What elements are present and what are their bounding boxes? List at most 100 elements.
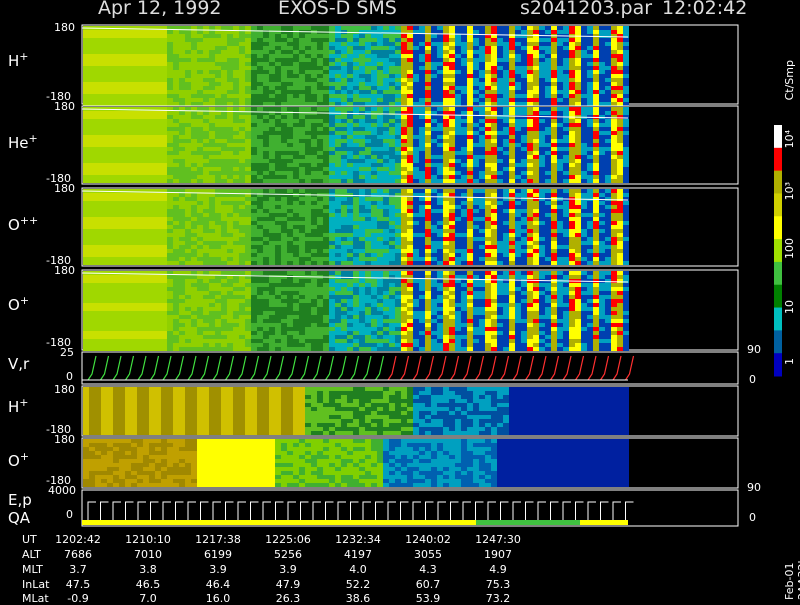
- heatmap-cell: [359, 159, 365, 163]
- heatmap-cell: [575, 30, 581, 34]
- heatmap-cell: [389, 42, 395, 46]
- heatmap-cell: [101, 143, 107, 147]
- heatmap-cell: [155, 197, 161, 201]
- heatmap-cell: [215, 151, 221, 155]
- heatmap-cell: [137, 50, 143, 54]
- heatmap-cell: [479, 98, 485, 102]
- heatmap-cell: [89, 249, 95, 253]
- heatmap-cell: [521, 233, 527, 237]
- heatmap-cell: [143, 167, 149, 171]
- heatmap-cell: [305, 50, 311, 54]
- heatmap-cell: [389, 233, 395, 237]
- heatmap-cell: [413, 245, 419, 249]
- heatmap-cell: [215, 82, 221, 86]
- heatmap-cell: [365, 131, 371, 135]
- heatmap-cell: [143, 58, 149, 62]
- heatmap-cell: [143, 147, 149, 151]
- heatmap-cell: [137, 94, 143, 98]
- heatmap-cell: [419, 70, 425, 74]
- heatmap-cell: [383, 74, 389, 78]
- heatmap-cell: [335, 147, 341, 151]
- heatmap-cell: [317, 233, 323, 237]
- heatmap-cell: [179, 42, 185, 46]
- heatmap-cell: [329, 163, 335, 167]
- heatmap-cell: [419, 34, 425, 38]
- heatmap-cell: [485, 107, 491, 111]
- heatmap-cell: [491, 98, 497, 102]
- heatmap-cell: [557, 50, 563, 54]
- heatmap-cell: [425, 58, 431, 62]
- heatmap-cell: [197, 221, 203, 225]
- heatmap-cell: [593, 119, 599, 123]
- heatmap-cell: [137, 233, 143, 237]
- heatmap-cell: [467, 111, 473, 115]
- heatmap-cell: [461, 42, 467, 46]
- heatmap-cell: [191, 221, 197, 225]
- heatmap-cell: [473, 107, 479, 111]
- heatmap-cell: [467, 62, 473, 66]
- heatmap-cell: [401, 229, 407, 233]
- heatmap-cell: [281, 155, 287, 159]
- heatmap-cell: [587, 175, 593, 179]
- heatmap-cell: [461, 70, 467, 74]
- heatmap-cell: [287, 233, 293, 237]
- heatmap-cell: [215, 107, 221, 111]
- heatmap-cell: [323, 78, 329, 82]
- heatmap-cell: [269, 78, 275, 82]
- heatmap-cell: [209, 46, 215, 50]
- heatmap-cell: [569, 74, 575, 78]
- heatmap-cell: [371, 213, 377, 217]
- heatmap-cell: [497, 86, 503, 90]
- heatmap-cell: [455, 249, 461, 253]
- heatmap-cell: [119, 151, 125, 155]
- heatmap-cell: [437, 249, 443, 253]
- heatmap-cell: [407, 151, 413, 155]
- heatmap-cell: [575, 175, 581, 179]
- heatmap-cell: [173, 54, 179, 58]
- heatmap-cell: [155, 90, 161, 94]
- heatmap-cell: [383, 189, 389, 193]
- heatmap-cell: [383, 143, 389, 147]
- heatmap-cell: [155, 115, 161, 119]
- heatmap-cell: [545, 167, 551, 171]
- heatmap-cell: [395, 66, 401, 70]
- heatmap-cell: [533, 98, 539, 102]
- heatmap-cell: [461, 107, 467, 111]
- heatmap-cell: [287, 26, 293, 30]
- heatmap-cell: [317, 131, 323, 135]
- heatmap-cell: [179, 175, 185, 179]
- heatmap-cell: [359, 26, 365, 30]
- heatmap-cell: [137, 42, 143, 46]
- heatmap-cell: [371, 30, 377, 34]
- heatmap-cell: [383, 201, 389, 205]
- heatmap-cell: [377, 205, 383, 209]
- heatmap-cell: [287, 70, 293, 74]
- heatmap-cell: [239, 209, 245, 213]
- heatmap-cell: [107, 163, 113, 167]
- heatmap-cell: [575, 46, 581, 50]
- heatmap-cell: [281, 62, 287, 66]
- heatmap-cell: [413, 163, 419, 167]
- heatmap-cell: [623, 86, 629, 90]
- heatmap-cell: [461, 62, 467, 66]
- heatmap-cell: [545, 38, 551, 42]
- heatmap-cell: [599, 119, 605, 123]
- heatmap-cell: [407, 167, 413, 171]
- heatmap-cell: [347, 102, 353, 106]
- heatmap-cell: [317, 197, 323, 201]
- heatmap-cell: [539, 62, 545, 66]
- heatmap-cell: [485, 249, 491, 253]
- heatmap-cell: [371, 237, 377, 241]
- heatmap-cell: [215, 229, 221, 233]
- heatmap-cell: [197, 205, 203, 209]
- heatmap-cell: [239, 189, 245, 193]
- heatmap-cell: [425, 26, 431, 30]
- heatmap-cell: [527, 167, 533, 171]
- heatmap-cell: [473, 127, 479, 131]
- heatmap-cell: [149, 70, 155, 74]
- heatmap-cell: [443, 241, 449, 245]
- heatmap-cell: [227, 229, 233, 233]
- heatmap-cell: [503, 253, 509, 257]
- heatmap-cell: [419, 175, 425, 179]
- heatmap-cell: [125, 237, 131, 241]
